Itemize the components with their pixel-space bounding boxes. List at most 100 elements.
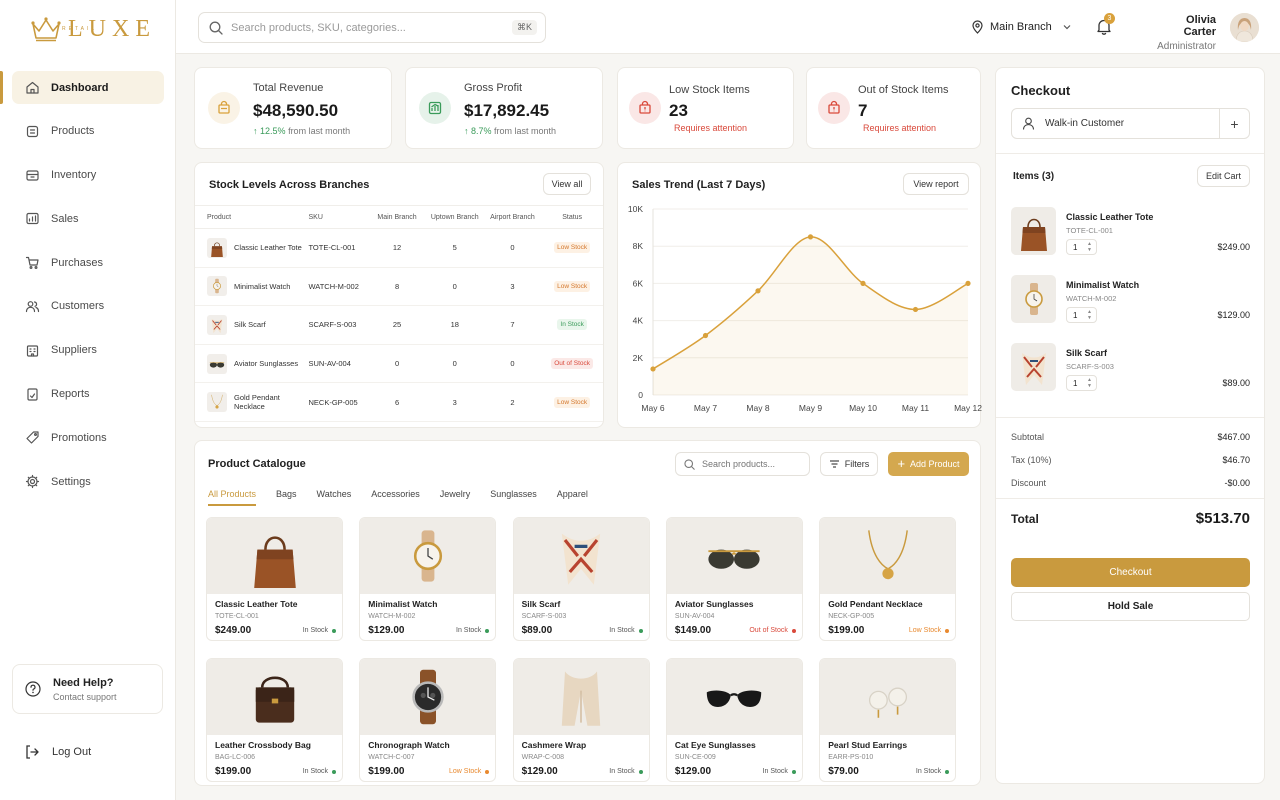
- cart-item-image: [1011, 207, 1056, 255]
- kpi-value: $17,892.45: [464, 101, 550, 120]
- kpi-change-value: 12.5%: [260, 126, 286, 136]
- cart-item[interactable]: Minimalist Watch WATCH-M-002 1 ▲ ▼ $129.0…: [1011, 275, 1250, 325]
- checkout-button[interactable]: Checkout: [1011, 558, 1250, 587]
- product-card[interactable]: Minimalist Watch WATCH-M-002 $129.00 In …: [359, 517, 497, 641]
- stock-uptown: 0: [452, 281, 457, 291]
- tab-jewelry[interactable]: Jewelry: [440, 489, 471, 506]
- tab-all-products[interactable]: All Products: [208, 489, 257, 506]
- kpi-total-revenue[interactable]: Total Revenue $48,590.50 ↑ 12.5% from la…: [194, 67, 392, 149]
- tab-accessories[interactable]: Accessories: [371, 489, 420, 506]
- stock-status-cell: Low Stock: [541, 242, 603, 254]
- add-customer-button[interactable]: +: [1219, 109, 1249, 138]
- product-card[interactable]: Pearl Stud Earrings EARR-PS-010 $79.00 I…: [819, 658, 957, 782]
- subtotal-row: Subtotal $467.00: [1011, 432, 1250, 442]
- cart-item[interactable]: Classic Leather Tote TOTE-CL-001 1 ▲ ▼ $2…: [1011, 207, 1250, 257]
- cart-icon: [25, 257, 39, 270]
- tab-apparel[interactable]: Apparel: [557, 489, 588, 506]
- avatar[interactable]: [1230, 13, 1259, 42]
- y-tick-label: 6K: [633, 278, 644, 288]
- tab-bags[interactable]: Bags: [276, 489, 297, 506]
- notifications-button[interactable]: 3: [1096, 13, 1115, 35]
- divider: [996, 417, 1264, 418]
- sales-trend-card: Sales Trend (Last 7 Days) View report 02…: [617, 162, 982, 428]
- stepper-arrows-icon[interactable]: ▲ ▼: [1087, 241, 1092, 253]
- cart-item[interactable]: Silk Scarf SCARF-S-003 1 ▲ ▼ $89.00: [1011, 343, 1250, 393]
- product-image: [513, 659, 649, 735]
- tab-watches[interactable]: Watches: [317, 489, 352, 506]
- filters-label: Filters: [844, 459, 870, 469]
- catalogue-search[interactable]: [675, 452, 810, 476]
- global-search-input[interactable]: [231, 21, 501, 34]
- sidebar-item-inventory[interactable]: Inventory: [12, 159, 164, 192]
- total-row: Total $513.70: [1011, 510, 1250, 527]
- sidebar-item-customers[interactable]: Customers: [12, 290, 164, 323]
- global-search[interactable]: ⌘K: [198, 12, 546, 43]
- necklace-icon: [867, 530, 908, 580]
- subtotal-value: $467.00: [1217, 432, 1250, 442]
- table-row[interactable]: Gold Pendant Necklace NECK-GP-005 6 3 2 …: [195, 383, 603, 422]
- product-card[interactable]: Cashmere Wrap WRAP-C-008 $129.00 In Stoc…: [512, 658, 650, 782]
- product-status: Low Stock: [909, 627, 950, 634]
- sidebar-item-dashboard[interactable]: Dashboard: [12, 71, 164, 104]
- user-info[interactable]: Olivia Carter Administrator: [1154, 14, 1216, 52]
- hold-sale-button[interactable]: Hold Sale: [1011, 592, 1250, 621]
- stock-product-cell: Classic Leather Tote: [195, 237, 308, 258]
- product-card[interactable]: Aviator Sunglasses SUN-AV-004 $149.00 Ou…: [665, 517, 803, 641]
- table-row[interactable]: Aviator Sunglasses SUN-AV-004 0 0 0 Out …: [195, 345, 603, 384]
- edit-cart-button[interactable]: Edit Cart: [1197, 165, 1250, 187]
- logout-button[interactable]: Log Out: [24, 744, 91, 760]
- sidebar-item-sales[interactable]: Sales: [12, 202, 164, 235]
- kpi-gross-profit[interactable]: Gross Profit $17,892.45 ↑ 8.7% from last…: [405, 67, 603, 149]
- status-dot: [638, 628, 643, 633]
- filters-button[interactable]: Filters: [820, 452, 878, 476]
- sidebar-item-label: Dashboard: [51, 81, 109, 94]
- add-product-button[interactable]: + Add Product: [888, 452, 969, 476]
- help-card[interactable]: Need Help? Contact support: [12, 664, 163, 714]
- product-card[interactable]: Gold Pendant Necklace NECK-GP-005 $199.0…: [819, 517, 957, 641]
- product-card[interactable]: Silk Scarf SCARF-S-003 $89.00 In Stock: [512, 517, 650, 641]
- product-card[interactable]: Cat Eye Sunglasses SUN-CE-009 $129.00 In…: [665, 658, 803, 782]
- stepper-arrows-icon[interactable]: ▲ ▼: [1087, 309, 1092, 321]
- stepper-arrows-icon[interactable]: ▲ ▼: [1087, 377, 1092, 389]
- tab-sunglasses[interactable]: Sunglasses: [490, 489, 537, 506]
- earrings-icon: [868, 687, 907, 718]
- quantity-value: 1: [1073, 378, 1078, 388]
- kpi-low-stock-items[interactable]: Low Stock Items 23 Requires attention: [617, 67, 794, 149]
- branch-selector[interactable]: Main Branch: [971, 20, 1072, 34]
- quantity-stepper[interactable]: 1 ▲ ▼: [1066, 375, 1097, 391]
- view-all-button[interactable]: View all: [543, 173, 591, 195]
- scarf-icon: [1021, 353, 1046, 385]
- tax-label: Tax (10%): [1011, 455, 1052, 465]
- sidebar-item-label: Suppliers: [51, 344, 97, 357]
- product-card[interactable]: Chronograph Watch WATCH-C-007 $199.00 Lo…: [359, 658, 497, 782]
- y-tick-label: 4K: [633, 316, 644, 326]
- sidebar-item-suppliers[interactable]: Suppliers: [12, 334, 164, 367]
- stock-main: 25: [392, 320, 402, 330]
- table-row[interactable]: Classic Leather Tote TOTE-CL-001 12 5 0 …: [195, 229, 603, 268]
- product-card[interactable]: Leather Crossbody Bag BAG-LC-006 $199.00…: [206, 658, 343, 782]
- quantity-stepper[interactable]: 1 ▲ ▼: [1066, 307, 1097, 323]
- profit-chart-icon: [428, 101, 442, 115]
- table-row[interactable]: Silk Scarf SCARF-S-003 25 18 7 In Stock: [195, 306, 603, 345]
- catalogue-search-input[interactable]: [702, 459, 802, 469]
- sidebar-item-products[interactable]: Products: [12, 115, 164, 148]
- quantity-stepper[interactable]: 1 ▲ ▼: [1066, 239, 1097, 255]
- sidebar-item-label: Purchases: [51, 256, 103, 269]
- kpi-out-of-stock-items[interactable]: Out of Stock Items 7 Requires attention: [806, 67, 981, 149]
- product-card[interactable]: Classic Leather Tote TOTE-CL-001 $249.00…: [206, 517, 343, 641]
- product-name: Leather Crossbody Bag: [215, 740, 311, 750]
- sidebar-item-reports[interactable]: Reports: [12, 378, 164, 411]
- table-row[interactable]: Minimalist Watch WATCH-M-002 8 0 3 Low S…: [195, 268, 603, 307]
- sidebar-item-settings[interactable]: Settings: [12, 465, 164, 498]
- stock-sku: SCARF-S-003: [308, 320, 357, 330]
- search-shortcut: ⌘K: [511, 20, 537, 35]
- customer-selector[interactable]: Walk-in Customer +: [1011, 108, 1250, 139]
- report-icon: [27, 387, 38, 401]
- product-status-label: Low Stock: [449, 768, 482, 775]
- product-price: $89.00: [521, 625, 553, 636]
- sidebar-item-promotions[interactable]: Promotions: [12, 421, 164, 454]
- sidebar-item-purchases[interactable]: Purchases: [12, 246, 164, 279]
- category-tabs: All Products Bags Watches Accessories Jewelr…: [208, 489, 608, 506]
- product-price: $149.00: [674, 625, 712, 636]
- stock-product-cell: Silk Scarf: [195, 314, 308, 335]
